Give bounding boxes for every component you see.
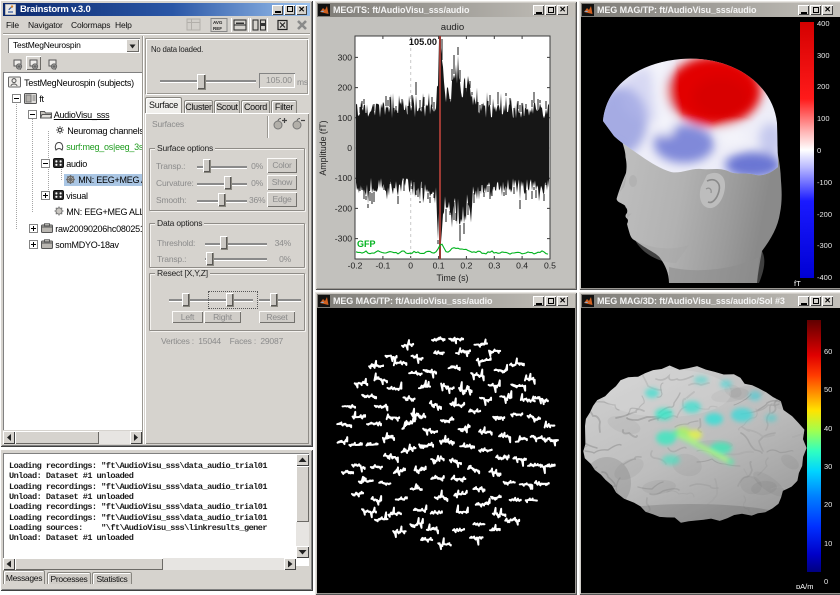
svg-text:pA/m: pA/m <box>796 582 814 589</box>
svg-text:200: 200 <box>817 82 830 91</box>
svg-text:400: 400 <box>817 19 830 28</box>
svg-text:0.3: 0.3 <box>488 261 500 271</box>
svg-text:fT: fT <box>794 279 801 288</box>
svg-text:0.2: 0.2 <box>460 261 472 271</box>
svg-text:20: 20 <box>824 500 832 509</box>
svg-text:300: 300 <box>338 52 353 62</box>
svg-text:-300: -300 <box>335 234 352 244</box>
svg-text:200: 200 <box>338 83 353 93</box>
svg-text:40: 40 <box>824 424 832 433</box>
svg-text:-100: -100 <box>335 173 352 183</box>
svg-text:Time (s): Time (s) <box>437 273 469 283</box>
svg-text:60: 60 <box>824 347 832 356</box>
svg-text:AVG: AVG <box>213 20 223 25</box>
svg-text:50: 50 <box>824 385 832 394</box>
svg-text:105.00: 105.00 <box>409 37 437 47</box>
svg-text:-200: -200 <box>817 210 832 219</box>
svg-text:-0.1: -0.1 <box>375 261 390 271</box>
svg-text:0: 0 <box>824 577 828 586</box>
svg-text:100: 100 <box>817 114 830 123</box>
svg-text:0: 0 <box>408 261 413 271</box>
svg-text:-0.2: -0.2 <box>348 261 363 271</box>
svg-text:0.5: 0.5 <box>544 261 556 271</box>
svg-text:0: 0 <box>817 146 821 155</box>
svg-text:300: 300 <box>817 51 830 60</box>
svg-text:Amplitude (fT): Amplitude (fT) <box>318 120 328 175</box>
svg-text:REF: REF <box>213 26 222 31</box>
svg-text:100: 100 <box>338 113 353 123</box>
svg-text:0: 0 <box>347 143 352 153</box>
svg-text:30: 30 <box>824 462 832 471</box>
svg-text:-100: -100 <box>817 178 832 187</box>
svg-text:10: 10 <box>824 539 832 548</box>
svg-text:0.1: 0.1 <box>433 261 445 271</box>
svg-text:audio: audio <box>441 22 464 33</box>
svg-text:0.4: 0.4 <box>516 261 528 271</box>
svg-text:GFP: GFP <box>357 239 376 249</box>
svg-text:-400: -400 <box>817 273 832 282</box>
svg-text:-300: -300 <box>817 241 832 250</box>
svg-text:-200: -200 <box>335 203 352 213</box>
